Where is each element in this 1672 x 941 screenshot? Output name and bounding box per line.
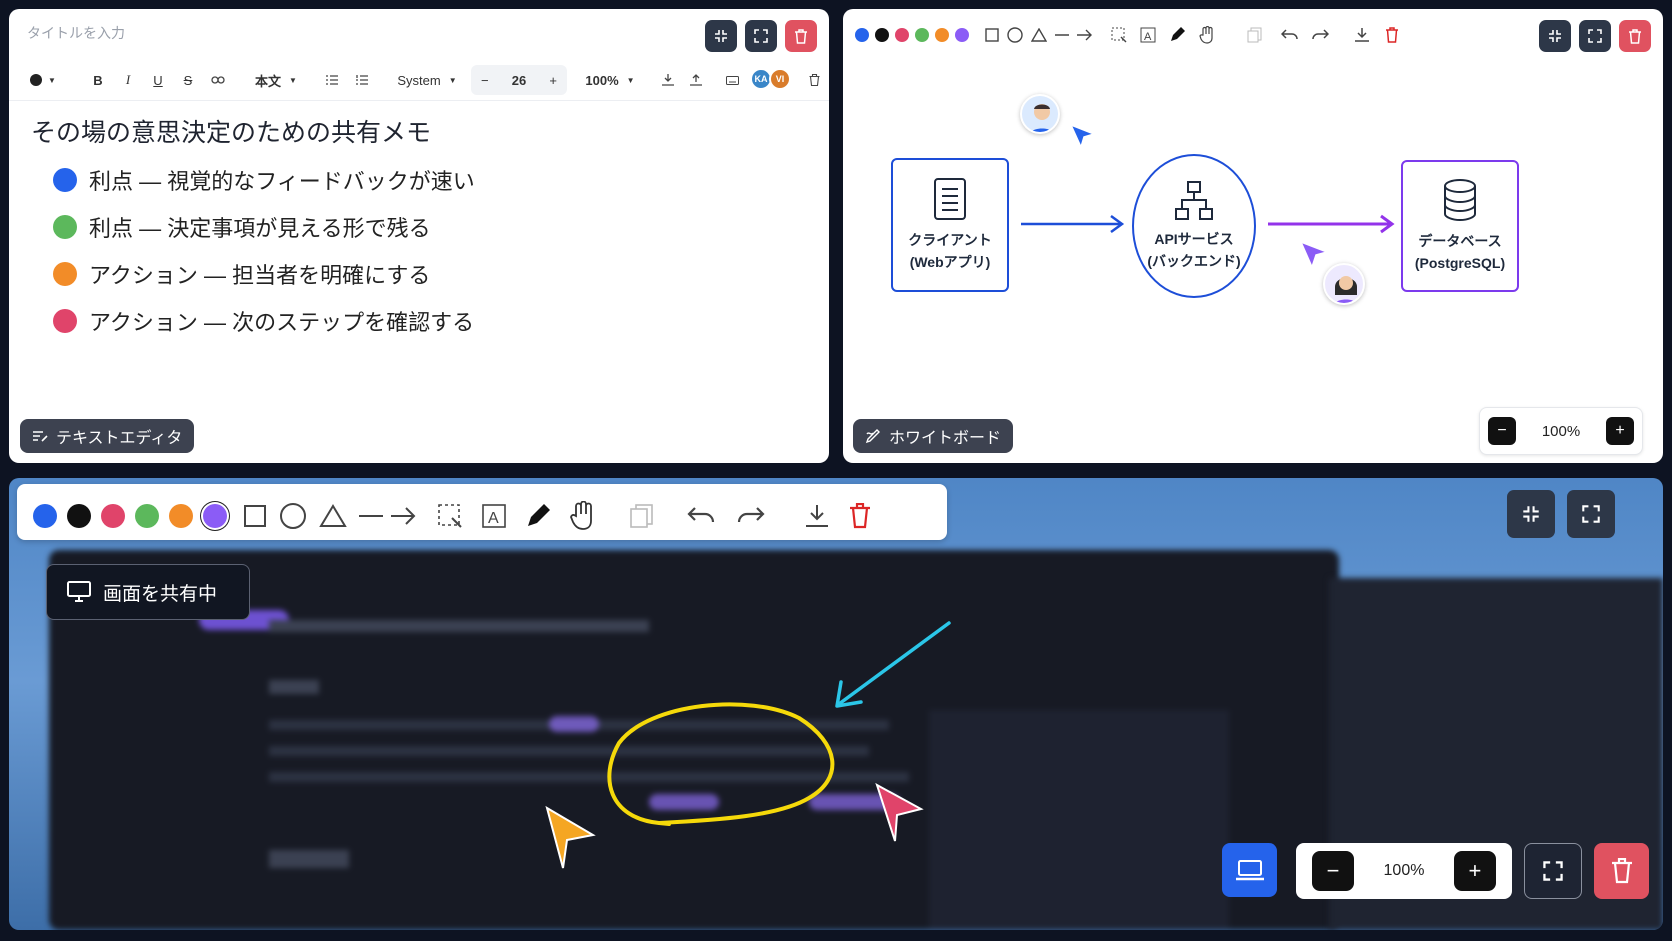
trash-icon [1611,858,1632,884]
fullscreen-icon [754,29,768,43]
panel-label-text: テキストエディタ [56,430,183,447]
node-label: APIサービス [1154,231,1234,247]
style-select[interactable]: 本文 ▼ [245,68,307,92]
list-item-text: アクション — 次のステップを確認する [89,310,475,335]
font-size-increase[interactable]: + [549,73,557,88]
fullscreen-icon [1543,861,1563,881]
panel-label: ホワイトボード [853,419,1014,453]
collapse-button[interactable] [705,20,737,52]
upload-button[interactable] [685,68,707,92]
font-size-value[interactable]: 26 [512,73,526,88]
zoom-in-button[interactable]: + [1453,851,1496,891]
chevron-down-icon: ▼ [626,75,635,85]
list-item[interactable]: アクション — 次のステップを確認する [53,305,474,337]
trash-icon [795,28,807,44]
italic-button[interactable]: I [117,68,139,92]
node-sublabel: (バックエンド) [1147,253,1241,269]
screen-share-panel: A 画面を共有中 − 100% + [9,478,1663,930]
bullet-dot [53,262,77,286]
avatar[interactable]: VI [769,68,791,90]
zoom-control: − 100% + [1296,843,1512,899]
upload-icon [690,74,702,86]
style-select-value: 本文 [255,73,282,89]
list-item-text: 利点 — 視覚的なフィードバックが速い [89,169,475,194]
underline-button[interactable]: U [147,68,169,92]
cursor-icon [1299,240,1330,270]
hierarchy-icon [1175,181,1213,220]
zoom-control: − 100% + [1479,407,1643,455]
panel-label: テキストエディタ [20,419,195,453]
node-label: クライアント [908,232,992,248]
chevron-down-icon: ▼ [289,75,297,85]
zoom-out-button[interactable]: − [1312,851,1354,891]
chevron-down-icon: ▼ [48,75,56,85]
keyboard-button[interactable] [721,68,743,92]
document-heading[interactable]: その場の意思決定のための共有メモ [31,113,431,149]
collapse-icon [715,30,727,42]
node-label: データベース [1418,233,1502,249]
zoom-value: 100% [585,72,619,88]
share-screen-button[interactable] [1222,843,1277,897]
zoom-in-button[interactable]: + [1606,417,1634,445]
avatar [1323,263,1365,305]
editor-toolbar: ▼ B I U S 本文 ▼ System ▼ − 26 + 100% ▼ KA… [9,59,829,101]
numbered-list-button[interactable] [351,68,373,92]
list-item[interactable]: 利点 — 決定事項が見える形で残る [53,211,431,243]
fullscreen-button[interactable] [1524,843,1582,899]
bullet-list-button[interactable] [321,68,343,92]
node-sublabel: (PostgreSQL) [1414,255,1506,271]
keyboard-icon [725,75,739,85]
bullet-dot [53,168,77,192]
diagram-node-api[interactable]: APIサービス (バックエンド) [1132,154,1256,298]
stop-share-button[interactable] [1594,843,1649,899]
avatar [1020,94,1060,134]
text-editor-icon [33,431,48,442]
title-input[interactable]: タイトルを入力 [27,23,125,43]
panel-label-text: ホワイトボード [889,430,1002,447]
list-item-text: 利点 — 決定事項が見える形で残る [89,216,431,241]
bullet-dot [53,215,77,239]
bold-button[interactable]: B [87,68,109,92]
font-select-value: System [397,72,441,88]
font-select[interactable]: System ▼ [389,68,465,92]
clear-button[interactable] [805,68,823,92]
bullet-list-icon [326,75,338,85]
trash-icon [809,74,819,86]
database-icon [1444,179,1476,222]
zoom-select[interactable]: 100% ▼ [581,68,639,92]
text-color-picker[interactable]: ▼ [25,68,61,92]
cursor-icon [1069,123,1097,150]
color-dot-icon [30,74,43,86]
link-button[interactable] [207,68,229,92]
text-editor-panel: タイトルを入力 ▼ B I U S 本文 ▼ System ▼ − 26 + 1… [9,9,829,463]
fullscreen-button[interactable] [745,20,777,52]
list-item[interactable]: アクション — 担当者を明確にする [53,258,430,290]
whiteboard-icon [865,429,880,444]
zoom-out-button[interactable]: − [1488,417,1516,445]
strikethrough-button[interactable]: S [177,68,199,92]
font-size-decrease[interactable]: − [481,73,489,88]
list-item[interactable]: 利点 — 視覚的なフィードバックが速い [53,164,475,196]
numbered-list-icon [356,75,368,85]
font-size-stepper[interactable]: − 26 + [471,65,567,95]
zoom-level: 100% [1383,862,1425,879]
laptop-icon [1235,860,1264,881]
diagram-node-database[interactable]: データベース (PostgreSQL) [1401,160,1519,292]
document-icon [934,178,966,220]
zoom-level: 100% [1541,422,1581,440]
chevron-down-icon: ▼ [448,75,457,85]
delete-button[interactable] [785,20,817,52]
link-icon [211,76,225,84]
bullet-dot [53,309,77,333]
node-sublabel: (Webアプリ) [909,254,991,270]
list-item-text: アクション — 担当者を明確にする [89,263,431,288]
download-button[interactable] [657,68,679,92]
diagram-node-client[interactable]: クライアント (Webアプリ) [891,158,1009,292]
download-icon [662,74,674,86]
whiteboard-panel: A クライアント (Webアプリ) APIサービス (バックエンド) データベー… [843,9,1663,463]
